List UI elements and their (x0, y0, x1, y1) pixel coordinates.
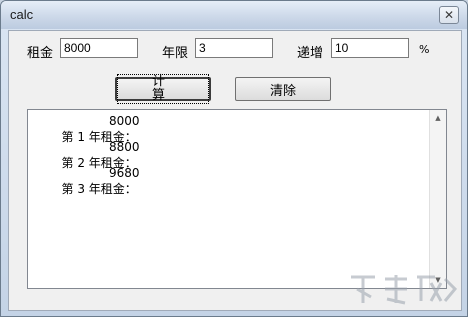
watermark-logo (351, 275, 458, 305)
increase-label: 递增 (297, 46, 324, 61)
close-icon: ✕ (443, 8, 455, 22)
calculate-button[interactable]: 计算 (115, 74, 211, 104)
title-bar[interactable]: calc ✕ (1, 1, 467, 29)
clear-button[interactable]: 清除 (235, 77, 331, 101)
result-line-value: 8000 (109, 114, 140, 128)
result-line-value: 9680 (109, 166, 140, 180)
vertical-scrollbar[interactable]: ▲ ▼ (429, 110, 446, 288)
rent-input[interactable] (60, 38, 138, 58)
scroll-up-icon[interactable]: ▲ (430, 110, 446, 126)
calculate-button-label: 计算 (117, 74, 209, 104)
increase-input[interactable] (331, 38, 409, 58)
years-label: 年限 (162, 46, 189, 61)
result-textarea[interactable]: 第 1 年租金： 8000 第 2 年租金： 8800 第 3 年租金： 9680 ▲… (27, 109, 447, 289)
result-line-label: 第 3 年租金： (61, 182, 137, 196)
result-line-value: 8800 (109, 140, 140, 154)
calc-window: calc ✕ 租金 年限 递增 % 计算 清除 第 1 年租金：8000 第 2… (0, 0, 468, 317)
client-area: 租金 年限 递增 % 计算 清除 第 1 年租金：8000 第 2 年租金：88… (8, 30, 462, 311)
close-button[interactable]: ✕ (439, 6, 459, 24)
clear-button-label: 清除 (269, 83, 296, 99)
result-line: 第 3 年租金： 9680 (31, 166, 140, 211)
percent-label: % (419, 43, 430, 56)
years-input[interactable] (195, 38, 273, 58)
window-title: calc (10, 7, 34, 22)
rent-label: 租金 (27, 46, 54, 61)
